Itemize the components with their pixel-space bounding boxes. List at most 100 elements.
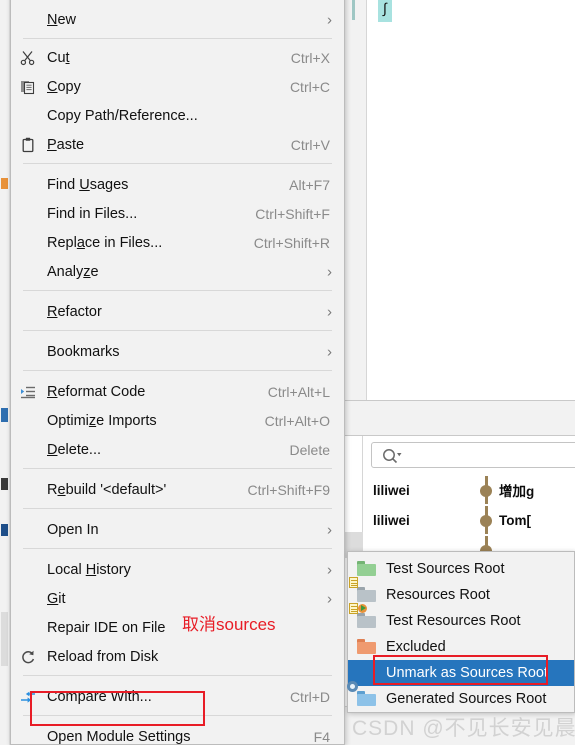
menu-item-analyze[interactable]: Analyze › xyxy=(11,257,344,286)
menu-item-shortcut: Ctrl+Shift+R xyxy=(253,234,330,251)
git-log-search-input[interactable] xyxy=(371,442,575,468)
menu-item-reload-from-disk[interactable]: Reload from Disk xyxy=(11,642,344,671)
log-message: Tom[ xyxy=(499,512,531,528)
menu-item-copy-path-reference[interactable]: Copy Path/Reference... xyxy=(11,101,344,130)
submenu-item-label: Resources Root xyxy=(386,587,490,603)
watermark-text: CSDN @不见长安见晨雾 xyxy=(352,717,575,740)
compare-icon xyxy=(19,688,37,706)
mark-directory-as-submenu[interactable]: Test Sources Root Resources Root Test Re… xyxy=(347,551,575,713)
menu-item-shortcut: Ctrl+Shift+F xyxy=(255,205,330,222)
clipboard-icon xyxy=(19,136,37,154)
log-author: liliwei xyxy=(373,482,410,498)
chevron-right-icon: › xyxy=(327,303,332,320)
submenu-item-unmark-as-sources-root[interactable]: Unmark as Sources Root xyxy=(348,660,574,686)
menu-separator xyxy=(23,468,332,469)
scissors-icon xyxy=(19,49,37,67)
menu-item-git[interactable]: Git › xyxy=(11,584,344,613)
log-message: 增加g xyxy=(499,484,535,499)
menu-item-label: Open In xyxy=(47,521,99,538)
sliver-fragment-2 xyxy=(1,408,8,422)
context-menu[interactable]: New › Cut Ctrl+X Copy Ctrl+C Copy Path/R… xyxy=(10,0,345,745)
menu-item-label: Git xyxy=(47,590,66,607)
folder-orange-icon xyxy=(357,639,377,655)
menu-item-compare-with[interactable]: Compare With... Ctrl+D xyxy=(11,682,344,711)
submenu-item-label: Excluded xyxy=(386,639,446,655)
menu-item-shortcut: F4 xyxy=(313,728,330,745)
menu-item-open-in[interactable]: Open In › xyxy=(11,515,344,544)
editor-code-token: ∫ xyxy=(378,0,392,22)
menu-separator xyxy=(23,370,332,371)
menu-item-label: Copy Path/Reference... xyxy=(47,107,198,124)
menu-item-repair-ide-on-file[interactable]: Repair IDE on File xyxy=(11,613,344,642)
menu-item-reformat-code[interactable]: Reformat Code Ctrl+Alt+L xyxy=(11,377,344,406)
menu-item-label: Copy xyxy=(47,78,81,95)
folder-green-icon xyxy=(357,561,377,577)
menu-item-copy[interactable]: Copy Ctrl+C xyxy=(11,72,344,101)
menu-separator xyxy=(23,163,332,164)
submenu-item-excluded[interactable]: Excluded xyxy=(348,634,574,660)
code-editor-panel[interactable]: ∫ xyxy=(340,0,575,400)
menu-item-open-module-settings[interactable]: Open Module Settings F4 xyxy=(11,722,344,745)
menu-item-find-in-files[interactable]: Find in Files... Ctrl+Shift+F xyxy=(11,199,344,228)
menu-item-shortcut: Alt+F7 xyxy=(289,176,330,193)
menu-item-paste[interactable]: Paste Ctrl+V xyxy=(11,130,344,159)
menu-separator xyxy=(23,675,332,676)
log-graph-node xyxy=(473,506,499,534)
table-row[interactable]: liliwei 增加g xyxy=(363,476,575,504)
sliver-fragment-3 xyxy=(1,478,8,490)
menu-separator xyxy=(23,330,332,331)
menu-item-shortcut: Ctrl+C xyxy=(289,78,330,95)
table-row[interactable]: liliwei Tom[ xyxy=(363,506,575,534)
menu-separator xyxy=(23,715,332,716)
submenu-item-test-resources-root[interactable]: Test Resources Root xyxy=(348,603,574,634)
menu-item-shortcut: Ctrl+V xyxy=(290,136,330,153)
sliver-fragment-4 xyxy=(1,524,8,536)
search-icon xyxy=(382,447,404,465)
chevron-right-icon: › xyxy=(327,590,332,607)
menu-item-label: Reformat Code xyxy=(47,383,146,400)
log-graph-node xyxy=(473,476,499,504)
menu-item-optimize-imports[interactable]: Optimize Imports Ctrl+Alt+O xyxy=(11,406,344,435)
menu-item-label: Find in Files... xyxy=(47,205,138,222)
menu-item-label: Find Usages xyxy=(47,176,129,193)
submenu-item-generated-sources-root[interactable]: Generated Sources Root xyxy=(347,681,574,712)
reformat-icon xyxy=(19,383,37,401)
submenu-item-resources-root[interactable]: Resources Root xyxy=(348,577,574,608)
menu-item-shortcut: Ctrl+D xyxy=(289,688,330,705)
menu-item-label: Local History xyxy=(47,561,131,578)
background-left-sliver xyxy=(0,0,10,745)
menu-separator xyxy=(23,548,332,549)
chevron-right-icon: › xyxy=(327,343,332,360)
menu-item-shortcut: Delete xyxy=(289,441,330,458)
chevron-right-icon: › xyxy=(327,263,332,280)
menu-item-cut[interactable]: Cut Ctrl+X xyxy=(11,43,344,72)
submenu-item-test-sources-root[interactable]: Test Sources Root xyxy=(348,556,574,582)
menu-item-label: Bookmarks xyxy=(47,343,120,360)
menu-item-delete[interactable]: Delete... Delete xyxy=(11,435,344,464)
menu-item-label: Repair IDE on File xyxy=(47,619,166,636)
menu-item-find-usages[interactable]: Find Usages Alt+F7 xyxy=(11,170,344,199)
menu-item-local-history[interactable]: Local History › xyxy=(11,555,344,584)
menu-item-new[interactable]: New › xyxy=(11,5,344,34)
copy-icon xyxy=(19,78,37,96)
menu-item-label: Paste xyxy=(47,136,85,153)
reload-icon xyxy=(19,648,37,666)
menu-separator xyxy=(23,508,332,509)
submenu-item-label: Unmark as Sources Root xyxy=(386,665,548,681)
menu-item-label: Delete... xyxy=(47,441,102,458)
menu-item-label: Optimize Imports xyxy=(47,412,157,429)
sliver-fragment-5 xyxy=(1,612,8,666)
folder-gray-lines-icon xyxy=(349,577,377,603)
menu-item-shortcut: Ctrl+Shift+F9 xyxy=(247,481,330,498)
menu-item-label: Refactor xyxy=(47,303,102,320)
menu-item-rebuild[interactable]: Rebuild '<default>' Ctrl+Shift+F9 xyxy=(11,475,344,504)
menu-item-label: Analyze xyxy=(47,263,99,280)
menu-item-bookmarks[interactable]: Bookmarks › xyxy=(11,337,344,366)
menu-item-refactor[interactable]: Refactor › xyxy=(11,297,344,326)
menu-item-replace-in-files[interactable]: Replace in Files... Ctrl+Shift+R xyxy=(11,228,344,257)
menu-item-label: Cut xyxy=(47,49,70,66)
chevron-right-icon: › xyxy=(327,561,332,578)
git-panel-toolbar xyxy=(340,400,575,436)
folder-blue-gear-icon xyxy=(347,681,377,707)
annotation-cancel-sources: 取消sources xyxy=(182,615,276,634)
